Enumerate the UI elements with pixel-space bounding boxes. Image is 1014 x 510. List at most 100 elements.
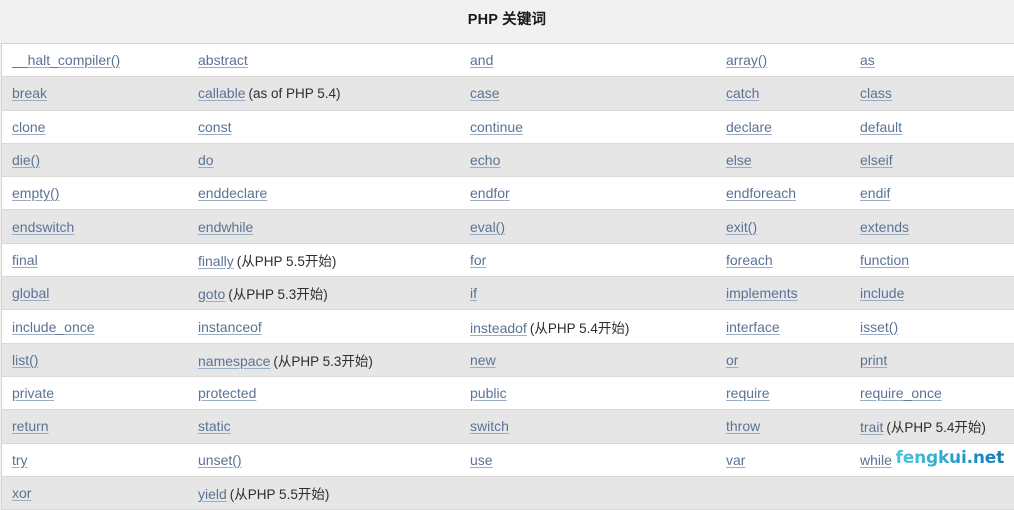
keyword-link[interactable]: echo bbox=[470, 152, 500, 168]
keyword-link[interactable]: clone bbox=[12, 119, 45, 135]
keyword-link[interactable]: endfor bbox=[470, 185, 510, 201]
keyword-cell: or bbox=[716, 343, 850, 376]
keyword-link[interactable]: include_once bbox=[12, 319, 95, 335]
keyword-link[interactable]: instanceof bbox=[198, 319, 262, 335]
keyword-link[interactable]: interface bbox=[726, 319, 780, 335]
keyword-cell: include_once bbox=[2, 310, 189, 343]
keyword-link[interactable]: final bbox=[12, 252, 38, 268]
keyword-cell: list() bbox=[2, 343, 189, 376]
keyword-link[interactable]: while bbox=[860, 452, 892, 468]
keyword-link[interactable]: switch bbox=[470, 418, 509, 434]
keyword-cell: insteadof(从PHP 5.4开始) bbox=[460, 310, 716, 343]
keyword-link[interactable]: case bbox=[470, 85, 500, 101]
keyword-link[interactable]: array() bbox=[726, 52, 767, 68]
keyword-link[interactable]: endswitch bbox=[12, 219, 74, 235]
keyword-link[interactable]: require_once bbox=[860, 385, 942, 401]
keyword-version-note: (as of PHP 5.4) bbox=[248, 86, 340, 101]
keyword-cell: static bbox=[188, 410, 460, 443]
keyword-cell: continue bbox=[460, 110, 716, 143]
keyword-cell: case bbox=[460, 77, 716, 110]
keyword-link[interactable]: as bbox=[860, 52, 875, 68]
keyword-cell: unset() bbox=[188, 443, 460, 476]
keyword-link[interactable]: print bbox=[860, 352, 887, 368]
keyword-link[interactable]: trait bbox=[860, 419, 883, 435]
keyword-cell: final bbox=[2, 243, 189, 276]
keyword-cell: and bbox=[460, 44, 716, 77]
keyword-link[interactable]: if bbox=[470, 285, 477, 301]
keyword-link[interactable]: exit() bbox=[726, 219, 757, 235]
keyword-link[interactable]: elseif bbox=[860, 152, 893, 168]
keyword-cell: break bbox=[2, 77, 189, 110]
keyword-link[interactable]: throw bbox=[726, 418, 760, 434]
keyword-cell: public bbox=[460, 376, 716, 409]
keyword-link[interactable]: public bbox=[470, 385, 507, 401]
keyword-link[interactable]: default bbox=[860, 119, 902, 135]
keyword-cell: catch bbox=[716, 77, 850, 110]
keyword-cell: as bbox=[850, 44, 1014, 77]
keyword-cell: return bbox=[2, 410, 189, 443]
keyword-link[interactable]: goto bbox=[198, 286, 225, 302]
keyword-link[interactable]: for bbox=[470, 252, 486, 268]
keyword-link[interactable]: const bbox=[198, 119, 231, 135]
keyword-link[interactable]: new bbox=[470, 352, 496, 368]
keyword-link[interactable]: endwhile bbox=[198, 219, 253, 235]
keyword-link[interactable]: implements bbox=[726, 285, 798, 301]
keyword-link[interactable]: include bbox=[860, 285, 904, 301]
keyword-link[interactable]: function bbox=[860, 252, 909, 268]
keyword-link[interactable]: enddeclare bbox=[198, 185, 267, 201]
keyword-link[interactable]: die() bbox=[12, 152, 40, 168]
keyword-link[interactable]: global bbox=[12, 285, 49, 301]
keyword-link[interactable]: protected bbox=[198, 385, 256, 401]
keyword-cell: require bbox=[716, 376, 850, 409]
keyword-cell: new bbox=[460, 343, 716, 376]
keyword-cell: finally(从PHP 5.5开始) bbox=[188, 243, 460, 276]
keyword-link[interactable]: empty() bbox=[12, 185, 59, 201]
keyword-link[interactable]: namespace bbox=[198, 353, 270, 369]
keyword-cell: endfor bbox=[460, 177, 716, 210]
keyword-version-note: (从PHP 5.3开始) bbox=[228, 287, 328, 302]
keyword-link[interactable]: eval() bbox=[470, 219, 505, 235]
keyword-link[interactable]: isset() bbox=[860, 319, 898, 335]
keyword-cell: exit() bbox=[716, 210, 850, 243]
keyword-link[interactable]: callable bbox=[198, 85, 245, 101]
keyword-link[interactable]: foreach bbox=[726, 252, 773, 268]
keyword-link[interactable]: list() bbox=[12, 352, 38, 368]
keyword-link[interactable]: finally bbox=[198, 253, 234, 269]
keyword-link[interactable]: require bbox=[726, 385, 770, 401]
keyword-link[interactable]: use bbox=[470, 452, 493, 468]
keyword-cell: eval() bbox=[460, 210, 716, 243]
keyword-link[interactable]: unset() bbox=[198, 452, 242, 468]
table-row: endswitch endwhile eval() exit() extends bbox=[2, 210, 1014, 243]
keyword-cell: endforeach bbox=[716, 177, 850, 210]
keyword-cell: empty() bbox=[2, 177, 189, 210]
table-row: final finally(从PHP 5.5开始) for foreach functi… bbox=[2, 243, 1014, 276]
keyword-link[interactable]: endforeach bbox=[726, 185, 796, 201]
keyword-link[interactable]: __halt_compiler() bbox=[12, 52, 120, 68]
keyword-link[interactable]: private bbox=[12, 385, 54, 401]
keyword-link[interactable]: continue bbox=[470, 119, 523, 135]
keyword-cell: use bbox=[460, 443, 716, 476]
keyword-link[interactable]: do bbox=[198, 152, 214, 168]
keyword-link[interactable]: else bbox=[726, 152, 752, 168]
keyword-cell: declare bbox=[716, 110, 850, 143]
keyword-link[interactable]: static bbox=[198, 418, 231, 434]
keyword-version-note: (从PHP 5.4开始) bbox=[530, 321, 630, 336]
keyword-link[interactable]: abstract bbox=[198, 52, 248, 68]
keyword-link[interactable]: or bbox=[726, 352, 738, 368]
keyword-link[interactable]: break bbox=[12, 85, 47, 101]
keyword-link[interactable]: try bbox=[12, 452, 28, 468]
keyword-link[interactable]: class bbox=[860, 85, 892, 101]
keyword-link[interactable]: extends bbox=[860, 219, 909, 235]
keyword-link[interactable]: declare bbox=[726, 119, 772, 135]
keyword-cell: do bbox=[188, 143, 460, 176]
keyword-link[interactable]: catch bbox=[726, 85, 759, 101]
keyword-cell: echo bbox=[460, 143, 716, 176]
keyword-link[interactable]: return bbox=[12, 418, 49, 434]
keyword-cell: class bbox=[850, 77, 1014, 110]
keyword-link[interactable]: endif bbox=[860, 185, 890, 201]
keyword-link[interactable]: var bbox=[726, 452, 745, 468]
keyword-cell: extends bbox=[850, 210, 1014, 243]
keyword-link[interactable]: xor bbox=[12, 485, 31, 501]
keyword-link[interactable]: and bbox=[470, 52, 493, 68]
keyword-link[interactable]: insteadof bbox=[470, 320, 527, 336]
